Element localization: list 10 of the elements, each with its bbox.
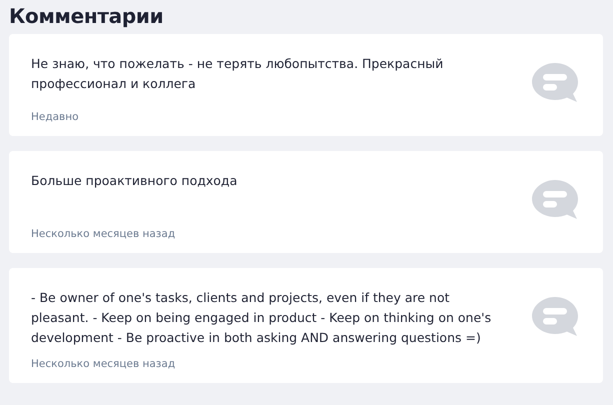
comment-time: Несколько месяцев назад bbox=[31, 357, 176, 370]
comment-time: Несколько месяцев назад bbox=[31, 227, 176, 240]
page-title: Комментарии bbox=[9, 4, 164, 28]
comment-text: Не знаю, что пожелать - не терять любопытства. Прекрасный профессионал и коллега bbox=[31, 55, 444, 93]
speech-bubble-icon bbox=[531, 296, 581, 338]
speech-bubble-icon bbox=[531, 62, 581, 104]
comment-text: - Be owner of one's tasks, clients and projects, even if they are not pleasant. - Keep on being engaged in product - Keep on thinking on one's development - Be proactive in both asking AND answering questions =) bbox=[31, 289, 492, 347]
comment-time: Недавно bbox=[31, 110, 80, 123]
speech-bubble-icon bbox=[531, 179, 581, 221]
comment-text: Больше проактивного подхода bbox=[31, 172, 238, 190]
